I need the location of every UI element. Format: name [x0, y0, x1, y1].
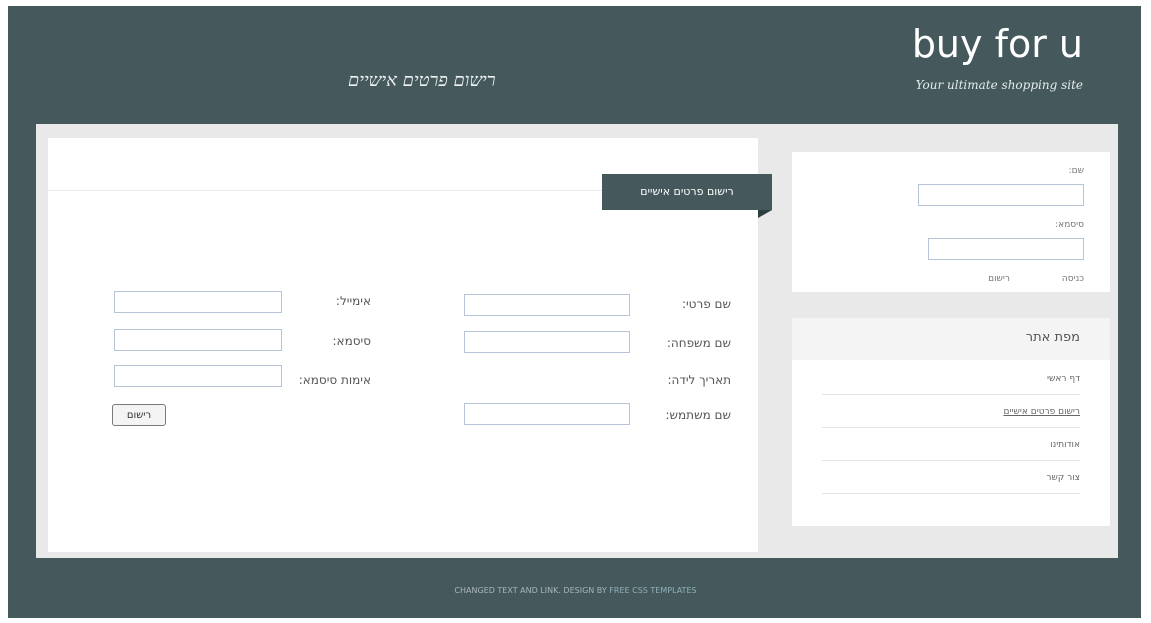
last-name-field[interactable]	[464, 331, 630, 353]
password-label: סיסמא:	[332, 334, 371, 348]
footer: CHANGED TEXT AND LINK. DESIGN BY FREE CS…	[0, 586, 1151, 595]
site-map-header: מפת אתר	[792, 318, 1110, 360]
nav-link-label: דף ראשי	[1046, 374, 1080, 384]
site-logo-title[interactable]: buy for u	[912, 22, 1083, 66]
nav-link-label: רישום פרטים אישיים	[1003, 407, 1080, 417]
register-link[interactable]: רישום	[988, 274, 1010, 284]
login-password-label: סיסמא:	[1055, 220, 1084, 230]
footer-text: CHANGED TEXT AND LINK. DESIGN BY	[454, 586, 607, 595]
email-label: אימייל:	[335, 294, 371, 308]
login-password-field[interactable]	[928, 238, 1084, 260]
nav-link-registration[interactable]: רישום פרטים אישיים	[822, 395, 1080, 428]
username-label: שם משתמש:	[665, 408, 731, 422]
confirm-password-label: אימות סיסמא:	[298, 373, 371, 387]
footer-link[interactable]: FREE CSS TEMPLATES	[609, 586, 696, 595]
birth-date-label: תאריך לידה:	[667, 373, 731, 387]
first-name-field[interactable]	[464, 294, 630, 316]
nav-link-about[interactable]: אודותינו	[822, 428, 1080, 461]
nav-link-home[interactable]: דף ראשי	[822, 362, 1080, 395]
login-link[interactable]: כניסה	[1062, 274, 1084, 284]
nav-link-contact[interactable]: צור קשר	[822, 461, 1080, 494]
password-field[interactable]	[114, 329, 282, 351]
first-name-label: שם פרטי:	[681, 297, 731, 311]
confirm-password-field[interactable]	[114, 365, 282, 387]
nav-link-label: אודותינו	[1050, 440, 1080, 450]
login-username-label: שם:	[1068, 166, 1084, 176]
login-username-field[interactable]	[918, 184, 1084, 206]
nav-link-label: צור קשר	[1046, 473, 1080, 483]
register-submit-button[interactable]: רישום	[112, 404, 166, 426]
last-name-label: שם משפחה:	[666, 336, 731, 350]
page-title: רישום פרטים אישיים	[348, 70, 496, 91]
site-logo-tagline: Your ultimate shopping site	[915, 78, 1083, 92]
email-field[interactable]	[114, 291, 282, 313]
site-map: מפת אתר דף ראשי רישום פרטים אישיים אודות…	[792, 318, 1110, 526]
login-box: שם: סיסמא: כניסה רישום	[792, 152, 1110, 292]
section-tab: רישום פרטים אישיים	[602, 174, 772, 218]
username-field[interactable]	[464, 403, 630, 425]
site-map-title: מפת אתר	[1025, 330, 1080, 345]
